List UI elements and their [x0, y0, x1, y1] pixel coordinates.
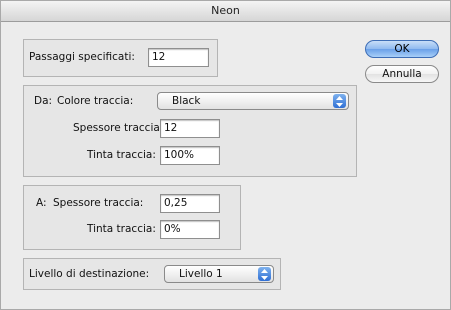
from-prefix: Da:	[34, 95, 53, 107]
to-weight-label: Spessore traccia:	[53, 197, 144, 209]
ok-button[interactable]: OK	[365, 40, 439, 58]
neon-dialog: Neon Passaggi specificati: 12 Da: Colore…	[0, 0, 451, 310]
to-tint-input[interactable]: 0%	[160, 220, 220, 239]
steps-label: Passaggi specificati:	[29, 51, 135, 63]
destination-label: Livello di destinazione:	[29, 268, 150, 280]
from-color-label: Colore traccia:	[57, 95, 134, 107]
destination-value: Livello 1	[179, 268, 223, 280]
popup-arrows-icon	[333, 94, 346, 108]
to-group: A: Spessore traccia: 0,25 Tinta traccia:…	[23, 185, 241, 250]
steps-group: Passaggi specificati: 12	[23, 39, 218, 77]
steps-input[interactable]: 12	[148, 48, 209, 67]
from-color-popup[interactable]: Black	[157, 92, 349, 110]
destination-group: Livello di destinazione: Livello 1	[23, 258, 281, 290]
window-title: Neon	[1, 1, 450, 22]
from-tint-label: Tinta traccia:	[87, 149, 156, 161]
to-tint-label: Tinta traccia:	[87, 223, 156, 235]
popup-arrows-icon	[258, 267, 271, 281]
cancel-button[interactable]: Annulla	[365, 65, 439, 83]
to-weight-input[interactable]: 0,25	[160, 194, 220, 213]
from-weight-input[interactable]: 12	[160, 119, 220, 138]
from-tint-input[interactable]: 100%	[160, 146, 220, 165]
from-weight-label: Spessore traccia:	[73, 122, 164, 134]
from-group: Da: Colore traccia: Black Spessore tracc…	[23, 85, 357, 177]
destination-popup[interactable]: Livello 1	[164, 265, 274, 283]
to-prefix: A:	[36, 197, 47, 209]
from-color-value: Black	[172, 95, 201, 107]
